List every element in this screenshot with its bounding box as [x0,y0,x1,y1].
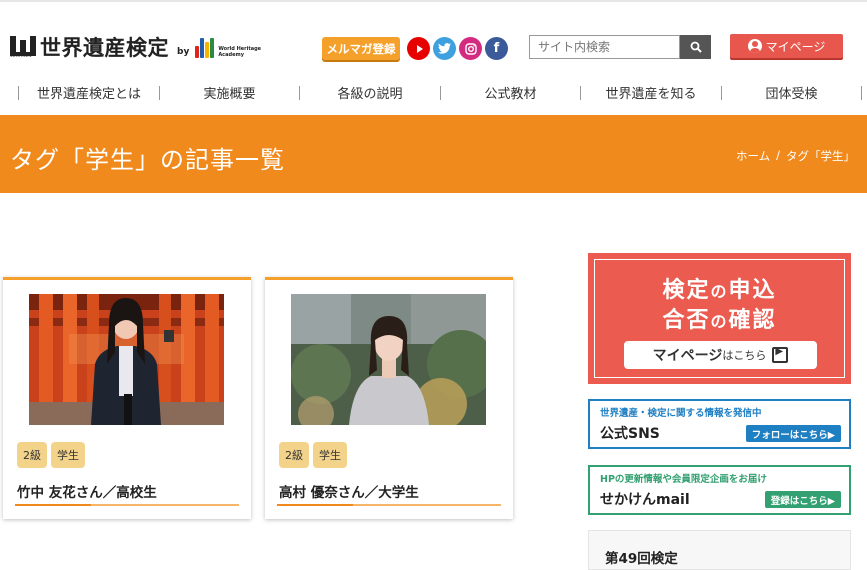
logo-sub: SEKAKEN [10,53,32,58]
nav-item-group[interactable]: 団体受検 [722,81,861,103]
apply-check-banner[interactable]: 検定の申込 合否の確認 マイページ はこちら [588,253,851,384]
nav-item-heritage[interactable]: 世界遺産を知る [581,81,721,103]
apply-line1-c: 申込 [728,278,777,303]
register-button[interactable]: 登録はこちら▶ [764,491,841,508]
apply-btn-small: はこちら [722,349,767,362]
main-nav: 世界遺産検定とは 実施概要 各級の説明 公式教材 世界遺産を知る 団体受検 [0,81,867,103]
follow-button[interactable]: フォローはこちら▶ [745,425,841,442]
search-icon [690,41,702,53]
apply-mypage-button[interactable]: マイページ はこちら [624,341,817,369]
logo-by: by [177,47,190,57]
sekaken-mail-banner[interactable]: HPの更新情報や会員限定企画をお届け せかけんmail 登録はこちら▶ [588,465,851,515]
title-underline [15,504,239,506]
sns-banner-title: 世界遺産・検定に関する情報を発信中 [600,408,762,419]
nav-item-about[interactable]: 世界遺産検定とは [19,81,159,103]
page-title: タグ「学生」の記事一覧 [10,146,285,174]
apply-line2-a: 合否 [662,308,711,333]
youtube-icon[interactable] [407,37,430,60]
nav-item-grades[interactable]: 各級の説明 [300,81,440,103]
site-logo[interactable]: 世界遺産検定 by World Heritage Academy [10,32,261,62]
breadcrumb: ホーム / タグ「学生」 [730,148,855,164]
apply-btn-main: マイページ [652,348,723,364]
sns-banner-main: 公式SNS [600,426,660,442]
world-heritage-academy-logo-icon: World Heritage Academy [195,38,261,58]
top-border [0,0,867,2]
breadcrumb-current: タグ「学生」 [786,149,855,163]
user-icon [747,39,762,53]
apply-line2-c: 確認 [728,308,777,333]
mail-banner-title: HPの更新情報や会員限定企画をお届け [600,474,767,485]
logo-title: 世界遺産検定 [40,36,169,60]
tag-student[interactable]: 学生 [51,442,85,468]
twitter-icon[interactable] [433,37,456,60]
title-underline [277,504,501,506]
search-button[interactable] [680,35,711,59]
page-banner: タグ「学生」の記事一覧 ホーム / タグ「学生」 [0,115,867,193]
tag-student[interactable]: 学生 [313,442,347,468]
apply-line2-b: の [710,312,729,331]
exam-title: 第49回検定 [605,551,678,567]
exam-section: 第49回検定 [588,530,851,570]
article-photo[interactable] [291,294,486,425]
apply-line1-b: の [710,282,729,301]
tag-grade[interactable]: 2級 [279,442,309,468]
facebook-icon[interactable]: f [485,37,508,60]
breadcrumb-home[interactable]: ホーム [736,148,770,164]
login-icon [772,346,789,363]
instagram-icon[interactable] [459,37,482,60]
tag-grade[interactable]: 2級 [17,442,47,468]
mypage-label: マイページ [765,39,826,54]
article-title[interactable]: 高村 優奈さん／大学生 [279,481,419,501]
wha-line2: Academy [218,52,244,58]
mypage-button[interactable]: マイページ [730,34,843,58]
mail-banner-main: せかけんmail [600,492,690,508]
search-input[interactable] [529,35,680,59]
breadcrumb-separator: / [776,148,780,162]
nav-item-overview[interactable]: 実施概要 [160,81,299,103]
article-card[interactable]: 2級 学生 高村 優奈さん／大学生 [265,277,513,519]
article-title[interactable]: 竹中 友花さん／高校生 [17,481,157,501]
mailmag-button[interactable]: メルマガ登録 [322,37,400,60]
apply-line1-a: 検定 [662,278,711,303]
article-card[interactable]: 2級 学生 竹中 友花さん／高校生 [3,277,251,519]
nav-item-materials[interactable]: 公式教材 [441,81,580,103]
official-sns-banner[interactable]: 世界遺産・検定に関する情報を発信中 公式SNS フォローはこちら▶ [588,399,851,449]
article-photo[interactable] [29,294,224,425]
